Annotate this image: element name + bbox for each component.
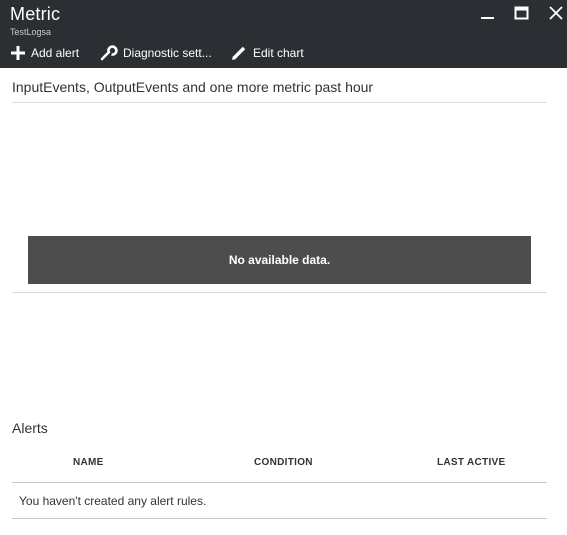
alerts-section-title: Alerts [12,420,48,436]
table-header-divider [12,482,547,483]
column-header-last-active[interactable]: LAST ACTIVE [437,457,506,468]
blade-title: Metric [10,4,61,24]
column-header-name[interactable]: NAME [73,457,104,468]
divider [12,292,547,293]
blade-subtitle: TestLogsa [10,27,52,37]
command-bar: Add alert Diagnostic sett... Edit chart [0,42,567,64]
wrench-icon [100,45,118,61]
blade-header: Metric TestLogsa Add alert Diagnostic se… [0,0,567,68]
add-alert-label: Add alert [31,46,80,60]
minimize-icon[interactable] [478,4,498,24]
pencil-icon [232,46,246,60]
diagnostic-settings-label: Diagnostic sett... [123,46,212,60]
table-bottom-divider [12,518,547,519]
chart-title[interactable]: InputEvents, OutputEvents and one more m… [12,79,373,95]
column-header-condition[interactable]: CONDITION [254,457,313,468]
add-alert-button[interactable]: Add alert [10,42,79,64]
edit-chart-label: Edit chart [253,46,304,60]
no-data-message: No available data. [228,253,331,267]
divider [12,102,547,103]
edit-chart-button[interactable]: Edit chart [231,42,304,64]
maximize-icon[interactable] [512,4,532,24]
diagnostic-settings-button[interactable]: Diagnostic sett... [100,42,212,64]
alerts-empty-message: You haven't created any alert rules. [19,494,207,508]
no-data-banner: No available data. [28,236,531,284]
plus-icon [11,46,25,60]
close-icon[interactable] [546,4,566,24]
